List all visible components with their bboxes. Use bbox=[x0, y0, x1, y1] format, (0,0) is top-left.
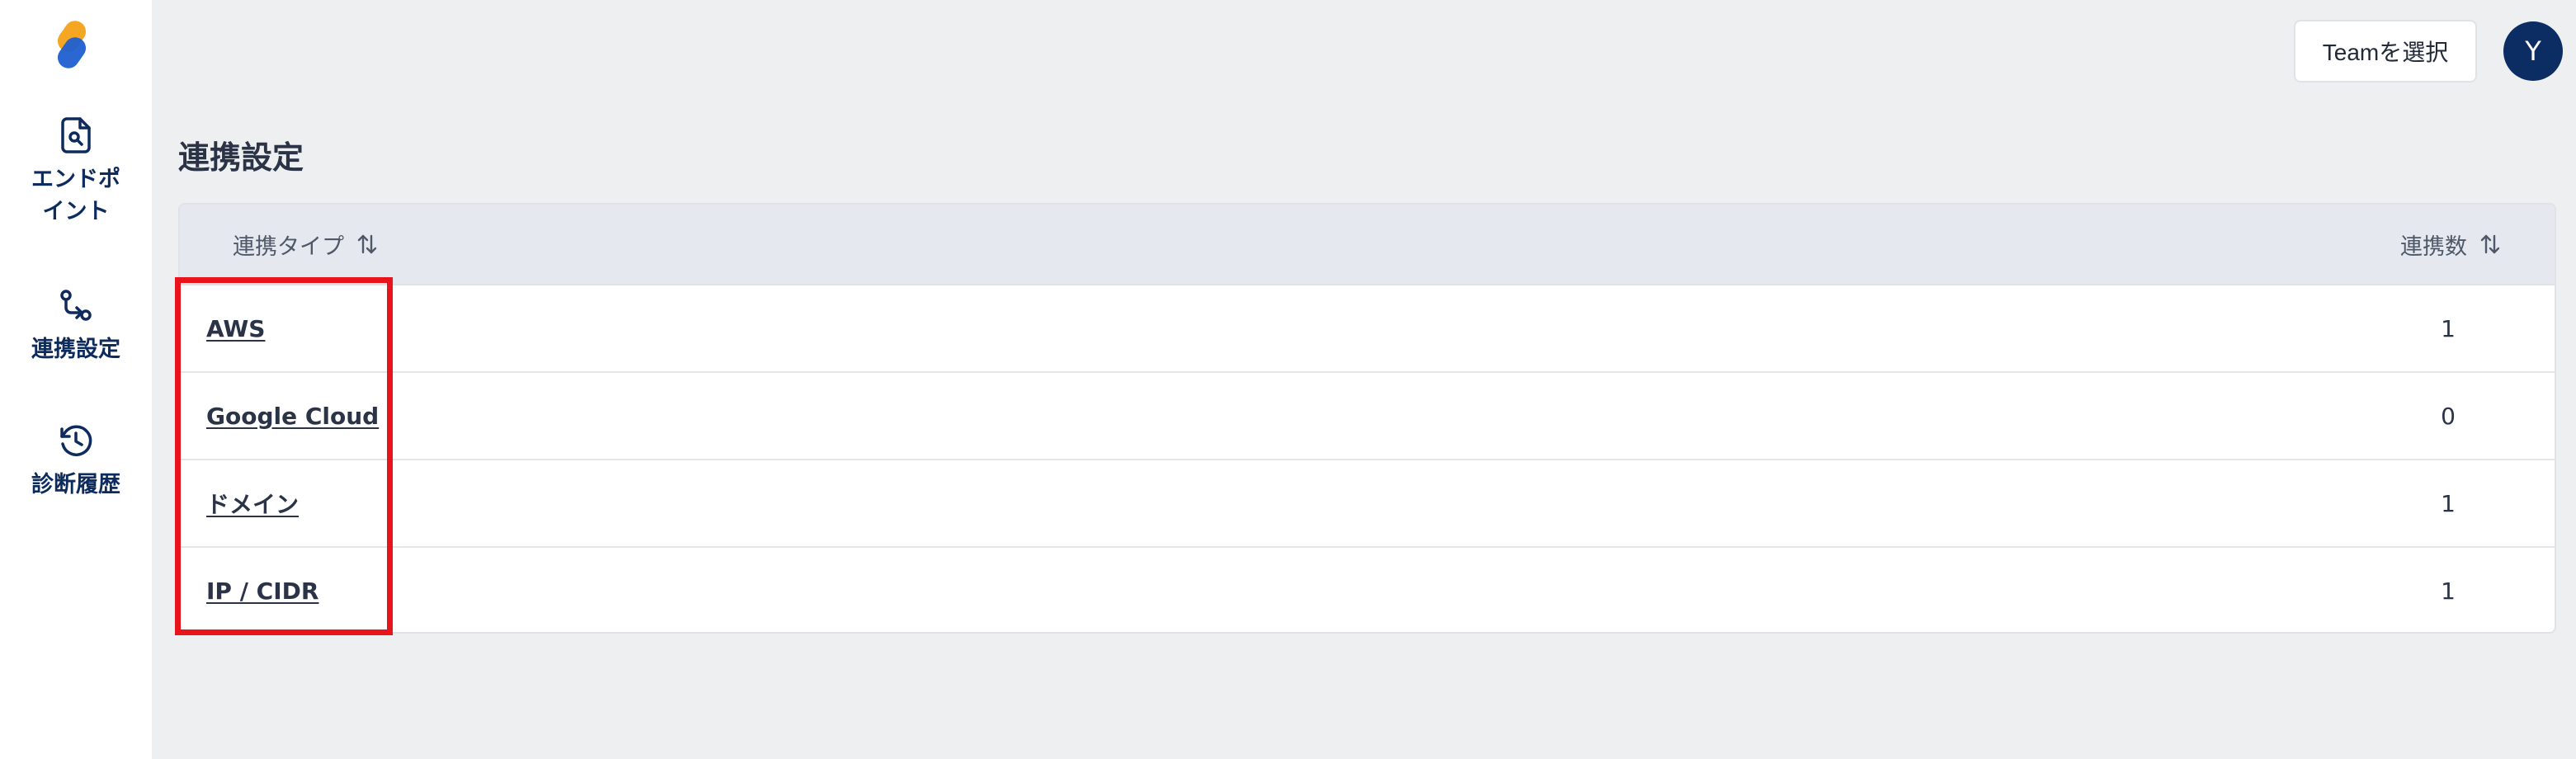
integration-link-google-cloud[interactable]: Google Cloud bbox=[206, 373, 379, 459]
integration-count: 1 bbox=[2441, 577, 2456, 605]
app: エンドポイント 連携設定 診断履歴 Teamを選択 Y 連携設定 連携タイプ 連… bbox=[0, 0, 2576, 759]
integration-link-aws[interactable]: AWS bbox=[206, 285, 265, 371]
sidebar-item-history[interactable]: 診断履歴 bbox=[0, 421, 152, 501]
select-team-button[interactable]: Teamを選択 bbox=[2294, 20, 2477, 82]
history-icon bbox=[56, 421, 96, 460]
brand-logo[interactable] bbox=[50, 18, 96, 71]
sidebar-item-label: エンドポイント bbox=[31, 167, 120, 225]
sidebar-item-integration[interactable]: 連携設定 bbox=[0, 285, 152, 365]
avatar[interactable]: Y bbox=[2503, 21, 2563, 81]
sort-icon bbox=[356, 233, 379, 256]
column-header-label: 連携数 bbox=[2400, 233, 2467, 260]
file-search-icon bbox=[56, 116, 96, 155]
integration-link-ip-cidr[interactable]: IP / CIDR bbox=[206, 548, 318, 632]
git-pull-request-icon bbox=[56, 285, 96, 325]
sort-icon bbox=[2479, 233, 2502, 256]
integration-count: 0 bbox=[2441, 402, 2456, 430]
page-title: 連携設定 bbox=[178, 139, 304, 176]
integration-table: 連携タイプ 連携数 AWS 1 Google Cloud 0 ドメイン 1 IP… bbox=[178, 203, 2556, 634]
table-header: 連携タイプ 連携数 bbox=[180, 205, 2555, 285]
sidebar-item-label: 連携設定 bbox=[31, 337, 120, 362]
column-header-type[interactable]: 連携タイプ bbox=[233, 205, 379, 284]
integration-count: 1 bbox=[2441, 314, 2456, 342]
integration-link-domain[interactable]: ドメイン bbox=[206, 460, 299, 546]
column-header-label: 連携タイプ bbox=[233, 233, 344, 260]
table-row: Google Cloud 0 bbox=[180, 373, 2555, 460]
column-header-count[interactable]: 連携数 bbox=[2400, 205, 2502, 284]
sidebar-item-label: 診断履歴 bbox=[31, 472, 120, 497]
sidebar-item-endpoint[interactable]: エンドポイント bbox=[0, 116, 152, 228]
table-row: IP / CIDR 1 bbox=[180, 548, 2555, 632]
sidebar: エンドポイント 連携設定 診断履歴 bbox=[0, 0, 152, 759]
integration-count: 1 bbox=[2441, 489, 2456, 517]
table-row: ドメイン 1 bbox=[180, 460, 2555, 548]
table-row: AWS 1 bbox=[180, 285, 2555, 373]
